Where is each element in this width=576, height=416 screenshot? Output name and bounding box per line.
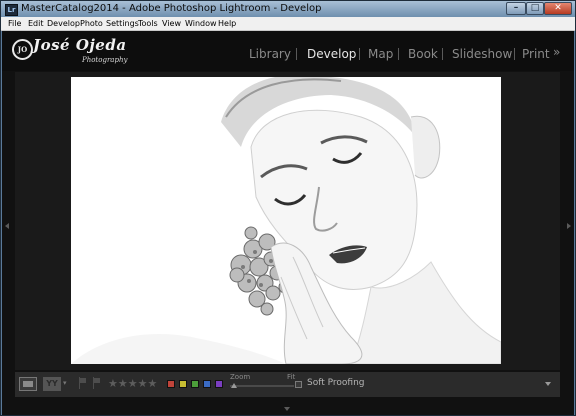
module-develop[interactable]: Develop	[307, 47, 356, 61]
maximize-button[interactable]: □	[526, 2, 544, 15]
application-window: Lr MasterCatalog2014 - Adobe Photoshop L…	[0, 0, 576, 416]
menu-settings[interactable]: Settings	[106, 17, 139, 30]
photo-preview[interactable]	[71, 77, 501, 364]
module-print[interactable]: Print	[522, 47, 550, 61]
lightroom-workspace: JO José Ojeda Photography Library Develo…	[2, 31, 574, 415]
module-divider	[514, 48, 515, 60]
toolbar-content-menu-icon[interactable]	[545, 382, 551, 386]
identity-name: José Ojeda	[33, 36, 127, 54]
menu-develop[interactable]: Develop	[47, 17, 80, 30]
right-panel-toggle-icon[interactable]	[567, 223, 571, 229]
module-more-icon[interactable]: »	[553, 45, 560, 59]
zoom-fit-label: Fit	[287, 373, 296, 381]
menu-bar: File Edit Develop Photo Settings Tools V…	[1, 17, 575, 31]
zoom-label: Zoom	[230, 373, 251, 381]
identity-tagline: Photography	[82, 56, 128, 64]
window-title: MasterCatalog2014 - Adobe Photoshop Ligh…	[21, 3, 322, 14]
close-button[interactable]: ✕	[544, 2, 572, 15]
left-panel-toggle-icon[interactable]	[5, 223, 9, 229]
module-divider	[296, 48, 297, 60]
develop-toolbar: YY ▾ ★★★★★ Zoom Fit Soft Proofing	[15, 372, 560, 397]
identity-plate: JO José Ojeda Photography Library Develo…	[2, 31, 574, 71]
color-label-purple[interactable]	[215, 380, 223, 388]
zoom-slider-thumb[interactable]	[231, 383, 237, 388]
filmstrip-toggle-icon[interactable]	[284, 407, 290, 411]
menu-help[interactable]: Help	[218, 17, 236, 30]
menu-tools[interactable]: Tools	[138, 17, 158, 30]
color-label-blue[interactable]	[203, 380, 211, 388]
before-after-view-button[interactable]: YY	[43, 377, 61, 391]
zoom-slider[interactable]	[230, 385, 294, 387]
monogram-logo: JO	[12, 39, 33, 60]
module-divider	[398, 48, 399, 60]
module-divider	[442, 48, 443, 60]
menu-file[interactable]: File	[8, 17, 21, 30]
module-map[interactable]: Map	[368, 47, 393, 61]
color-label-red[interactable]	[167, 380, 175, 388]
star-rating[interactable]: ★★★★★	[108, 377, 157, 390]
lightroom-app-icon[interactable]: Lr	[5, 4, 18, 16]
minimize-button[interactable]: –	[506, 2, 526, 15]
module-slideshow[interactable]: Slideshow	[452, 47, 512, 61]
module-book[interactable]: Book	[408, 47, 438, 61]
module-divider	[359, 48, 360, 60]
soft-proofing-checkbox[interactable]	[295, 381, 302, 388]
image-canvas[interactable]	[15, 72, 560, 370]
color-label-green[interactable]	[191, 380, 199, 388]
reject-flag-icon[interactable]	[93, 377, 101, 389]
menu-view[interactable]: View	[162, 17, 181, 30]
menu-edit[interactable]: Edit	[28, 17, 44, 30]
menu-window[interactable]: Window	[185, 17, 217, 30]
pick-flag-icon[interactable]	[79, 377, 87, 389]
module-library[interactable]: Library	[249, 47, 291, 61]
title-bar[interactable]: Lr MasterCatalog2014 - Adobe Photoshop L…	[1, 1, 575, 17]
menu-photo[interactable]: Photo	[80, 17, 103, 30]
loupe-view-button[interactable]	[19, 377, 37, 391]
view-options-caret-icon[interactable]: ▾	[63, 379, 67, 387]
portrait-photo-image	[71, 77, 501, 364]
soft-proofing-label: Soft Proofing	[307, 378, 365, 388]
color-label-yellow[interactable]	[179, 380, 187, 388]
